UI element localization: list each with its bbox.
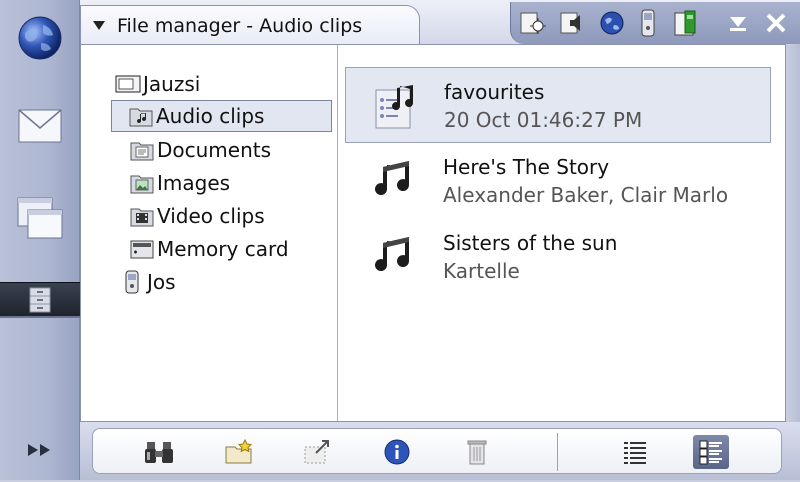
music-note-icon bbox=[369, 155, 421, 207]
file-row-favourites[interactable]: favourites 20 Oct 01:46:27 PM bbox=[345, 67, 771, 143]
menu-arrow-icon bbox=[93, 21, 105, 30]
music-note-icon bbox=[369, 231, 421, 283]
title-bar: File manager - Audio clips bbox=[80, 0, 800, 44]
file-name: favourites bbox=[444, 80, 545, 104]
device-icon bbox=[115, 72, 141, 96]
tree-item-video-clips[interactable]: Video clips bbox=[129, 201, 265, 231]
info-icon bbox=[384, 439, 410, 465]
file-timestamp: 20 Oct 01:46:27 PM bbox=[444, 108, 643, 132]
application-menu-tab[interactable]: File manager - Audio clips bbox=[80, 5, 420, 44]
list-view-icon bbox=[624, 442, 646, 464]
memory-card-icon bbox=[129, 237, 155, 261]
detail-view-button[interactable] bbox=[693, 435, 729, 469]
messaging-button[interactable] bbox=[0, 94, 80, 158]
tree-item-label: Images bbox=[157, 171, 231, 195]
phone-icon[interactable] bbox=[633, 8, 663, 38]
search-button[interactable] bbox=[141, 435, 177, 469]
move-button[interactable] bbox=[299, 435, 335, 469]
close-icon[interactable] bbox=[761, 8, 791, 38]
tree-item-documents[interactable]: Documents bbox=[129, 135, 271, 165]
internet-connection-icon[interactable] bbox=[597, 8, 627, 38]
file-row-heres-the-story[interactable]: Here's The Story Alexander Baker, Clair … bbox=[345, 143, 771, 219]
new-folder-button[interactable] bbox=[221, 435, 257, 469]
window-title: File manager - Audio clips bbox=[117, 15, 363, 37]
file-manager-nav-button[interactable] bbox=[0, 282, 80, 318]
more-tasks-button[interactable] bbox=[0, 418, 80, 482]
file-name: Sisters of the sun bbox=[443, 231, 618, 255]
trash-icon bbox=[467, 440, 487, 465]
list-view-button[interactable] bbox=[617, 435, 653, 469]
details-button[interactable] bbox=[379, 435, 415, 469]
delete-button[interactable] bbox=[459, 435, 495, 469]
window-edge bbox=[786, 44, 800, 422]
folder-tree: Jauzsi Audio clips Documents Images Vide… bbox=[81, 45, 338, 421]
brightness-icon[interactable] bbox=[517, 8, 547, 38]
tree-item-label: Jos bbox=[147, 270, 176, 294]
toolbar-separator bbox=[557, 433, 558, 471]
battery-icon[interactable] bbox=[671, 8, 701, 38]
applications-button[interactable] bbox=[0, 186, 80, 250]
file-row-sisters-of-the-sun[interactable]: Sisters of the sun Kartelle bbox=[345, 219, 771, 295]
images-folder-icon bbox=[129, 171, 155, 195]
windows-icon bbox=[17, 197, 63, 239]
tree-item-memory-card[interactable]: Memory card bbox=[129, 234, 289, 264]
tree-item-label: Jauzsi bbox=[143, 72, 201, 96]
playlist-icon bbox=[370, 80, 422, 132]
file-artist: Kartelle bbox=[443, 259, 520, 283]
tree-item-audio-clips[interactable]: Audio clips bbox=[111, 100, 332, 132]
move-icon bbox=[304, 440, 329, 464]
minimize-icon[interactable] bbox=[723, 8, 753, 38]
tree-item-device[interactable]: Jauzsi bbox=[115, 69, 200, 99]
tree-item-label: Audio clips bbox=[156, 104, 265, 128]
file-name: Here's The Story bbox=[443, 155, 610, 179]
volume-icon[interactable] bbox=[557, 8, 587, 38]
audio-folder-icon bbox=[128, 104, 154, 128]
tree-item-phone[interactable]: Jos bbox=[119, 267, 176, 297]
tree-item-label: Video clips bbox=[157, 204, 265, 228]
toolbar bbox=[80, 422, 800, 480]
documents-folder-icon bbox=[129, 138, 155, 162]
detail-view-icon bbox=[699, 440, 722, 465]
binoculars-icon bbox=[145, 442, 173, 463]
cabinet-icon bbox=[29, 287, 51, 312]
web-navigator-button[interactable] bbox=[0, 6, 80, 70]
new-folder-icon bbox=[225, 439, 253, 464]
phone-device-icon bbox=[119, 270, 145, 294]
double-arrow-icon bbox=[28, 444, 50, 456]
status-area bbox=[510, 2, 800, 44]
tree-item-label: Documents bbox=[157, 138, 272, 162]
task-navigator bbox=[0, 0, 80, 480]
envelope-icon bbox=[18, 109, 62, 143]
tree-item-images[interactable]: Images bbox=[129, 168, 230, 198]
video-folder-icon bbox=[129, 204, 155, 228]
globe-icon bbox=[18, 16, 62, 60]
toolbar-panel bbox=[92, 428, 782, 474]
content-area: Jauzsi Audio clips Documents Images Vide… bbox=[80, 44, 786, 422]
file-list: favourites 20 Oct 01:46:27 PM Here's The… bbox=[339, 45, 785, 421]
file-artist: Alexander Baker, Clair Marlo bbox=[443, 183, 729, 207]
tree-item-label: Memory card bbox=[157, 237, 289, 261]
